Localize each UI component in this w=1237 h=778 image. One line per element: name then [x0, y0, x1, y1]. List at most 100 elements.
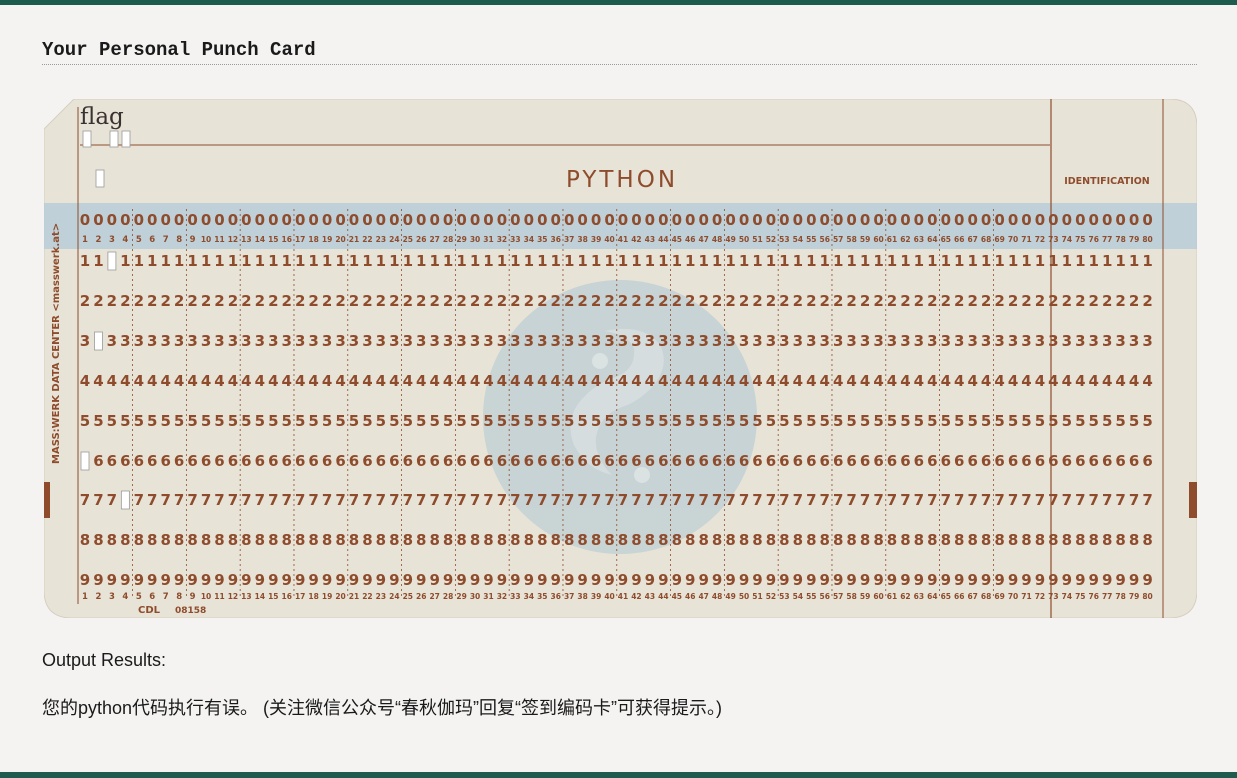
row-digit: 8 — [954, 531, 964, 549]
row-digit: 7 — [228, 491, 238, 509]
row-digit: 1 — [134, 252, 144, 270]
row-digit: 9 — [228, 571, 238, 589]
punched-hole — [94, 331, 103, 351]
row-digit: 5 — [914, 412, 924, 430]
row-digit: 4 — [282, 372, 292, 390]
row-digit: 2 — [429, 292, 439, 310]
row-digit: 1 — [470, 252, 480, 270]
column-number-bottom: 35 — [537, 592, 547, 601]
row-digit: 1 — [954, 252, 964, 270]
row-digit: 5 — [1115, 412, 1125, 430]
row-digit: 8 — [241, 531, 251, 549]
row-digit: 6 — [1062, 452, 1072, 470]
column-number-bottom: 65 — [941, 592, 951, 601]
row-digit: 8 — [766, 531, 776, 549]
row-digit: 3 — [698, 332, 708, 350]
row-digit: 3 — [537, 332, 547, 350]
row-digit: 5 — [255, 412, 265, 430]
column-number-top: 63 — [914, 235, 924, 244]
row-digit: 6 — [860, 452, 870, 470]
column-number-bottom: 11 — [214, 592, 224, 601]
row-digit: 2 — [577, 292, 587, 310]
row-digit: 4 — [497, 372, 507, 390]
row-digit: 7 — [241, 491, 251, 509]
row-digit: 5 — [214, 412, 224, 430]
row-digit: 2 — [228, 292, 238, 310]
column-number-top: 53 — [779, 235, 789, 244]
column-number-bottom: 25 — [403, 592, 413, 601]
row-digit: 2 — [282, 292, 292, 310]
row-digit: 8 — [537, 531, 547, 549]
row-digit: 9 — [214, 571, 224, 589]
row-digit: 5 — [698, 412, 708, 430]
row-digit: 3 — [1008, 332, 1018, 350]
row-digit: 4 — [255, 372, 265, 390]
row-digit: 1 — [927, 252, 937, 270]
row-digit: 4 — [941, 372, 951, 390]
column-number-bottom: 38 — [577, 592, 587, 601]
row-digit: 8 — [591, 531, 601, 549]
row-digit: 0 — [591, 211, 601, 229]
column-number-bottom: 3 — [109, 592, 115, 602]
row-digit: 2 — [470, 292, 480, 310]
row-digit: 6 — [282, 452, 292, 470]
row-digit: 8 — [631, 531, 641, 549]
column-number-bottom: 26 — [416, 592, 426, 601]
row-digit: 9 — [577, 571, 587, 589]
row-digit: 5 — [537, 412, 547, 430]
row-digit: 0 — [739, 211, 749, 229]
row-digit: 4 — [80, 372, 90, 390]
column-number-bottom: 34 — [524, 592, 534, 601]
column-number-bottom: 18 — [308, 592, 318, 601]
column-number-bottom: 6 — [149, 592, 155, 602]
row-digit: 1 — [900, 252, 910, 270]
row-digit: 1 — [914, 252, 924, 270]
row-digit: 1 — [429, 252, 439, 270]
column-number-bottom: 40 — [604, 592, 614, 601]
row-digit: 1 — [524, 252, 534, 270]
row-digit: 3 — [201, 332, 211, 350]
column-number-bottom: 16 — [282, 592, 292, 601]
row-digit: 8 — [1062, 531, 1072, 549]
row-digit: 1 — [228, 252, 238, 270]
row-digit: 9 — [591, 571, 601, 589]
row-digit: 9 — [174, 571, 184, 589]
row-digit: 8 — [201, 531, 211, 549]
column-number-bottom: 59 — [860, 592, 870, 601]
row-digit: 0 — [255, 211, 265, 229]
row-digit: 9 — [497, 571, 507, 589]
column-number-top: 50 — [739, 235, 749, 244]
row-digit: 2 — [1075, 292, 1085, 310]
card-language-label: PYTHON — [566, 167, 678, 193]
row-digit: 6 — [174, 452, 184, 470]
row-digit: 3 — [618, 332, 628, 350]
row-digit: 3 — [80, 332, 90, 350]
row-digit: 4 — [416, 372, 426, 390]
column-number-top: 1 — [82, 235, 88, 245]
column-number-top: 13 — [241, 235, 251, 244]
column-number-top: 59 — [860, 235, 870, 244]
column-number-bottom: 30 — [470, 592, 480, 601]
row-digit: 8 — [93, 531, 103, 549]
row-digit: 4 — [510, 372, 520, 390]
row-digit: 3 — [981, 332, 991, 350]
row-digit: 9 — [725, 571, 735, 589]
column-number-top: 6 — [149, 235, 155, 245]
column-number-top: 20 — [335, 235, 345, 244]
row-digit: 8 — [322, 531, 332, 549]
row-digit: 1 — [631, 252, 641, 270]
row-digit: 0 — [1008, 211, 1018, 229]
row-digit: 3 — [739, 332, 749, 350]
column-number-top: 47 — [698, 235, 708, 244]
row-digit: 2 — [914, 292, 924, 310]
row-digit: 5 — [134, 412, 144, 430]
row-digit: 4 — [779, 372, 789, 390]
row-digit: 5 — [174, 412, 184, 430]
row-digit: 3 — [349, 332, 359, 350]
row-digit: 7 — [577, 491, 587, 509]
row-digit: 5 — [793, 412, 803, 430]
row-digit: 9 — [429, 571, 439, 589]
row-digit: 4 — [591, 372, 601, 390]
row-digit: 2 — [335, 292, 345, 310]
row-digit: 8 — [564, 531, 574, 549]
